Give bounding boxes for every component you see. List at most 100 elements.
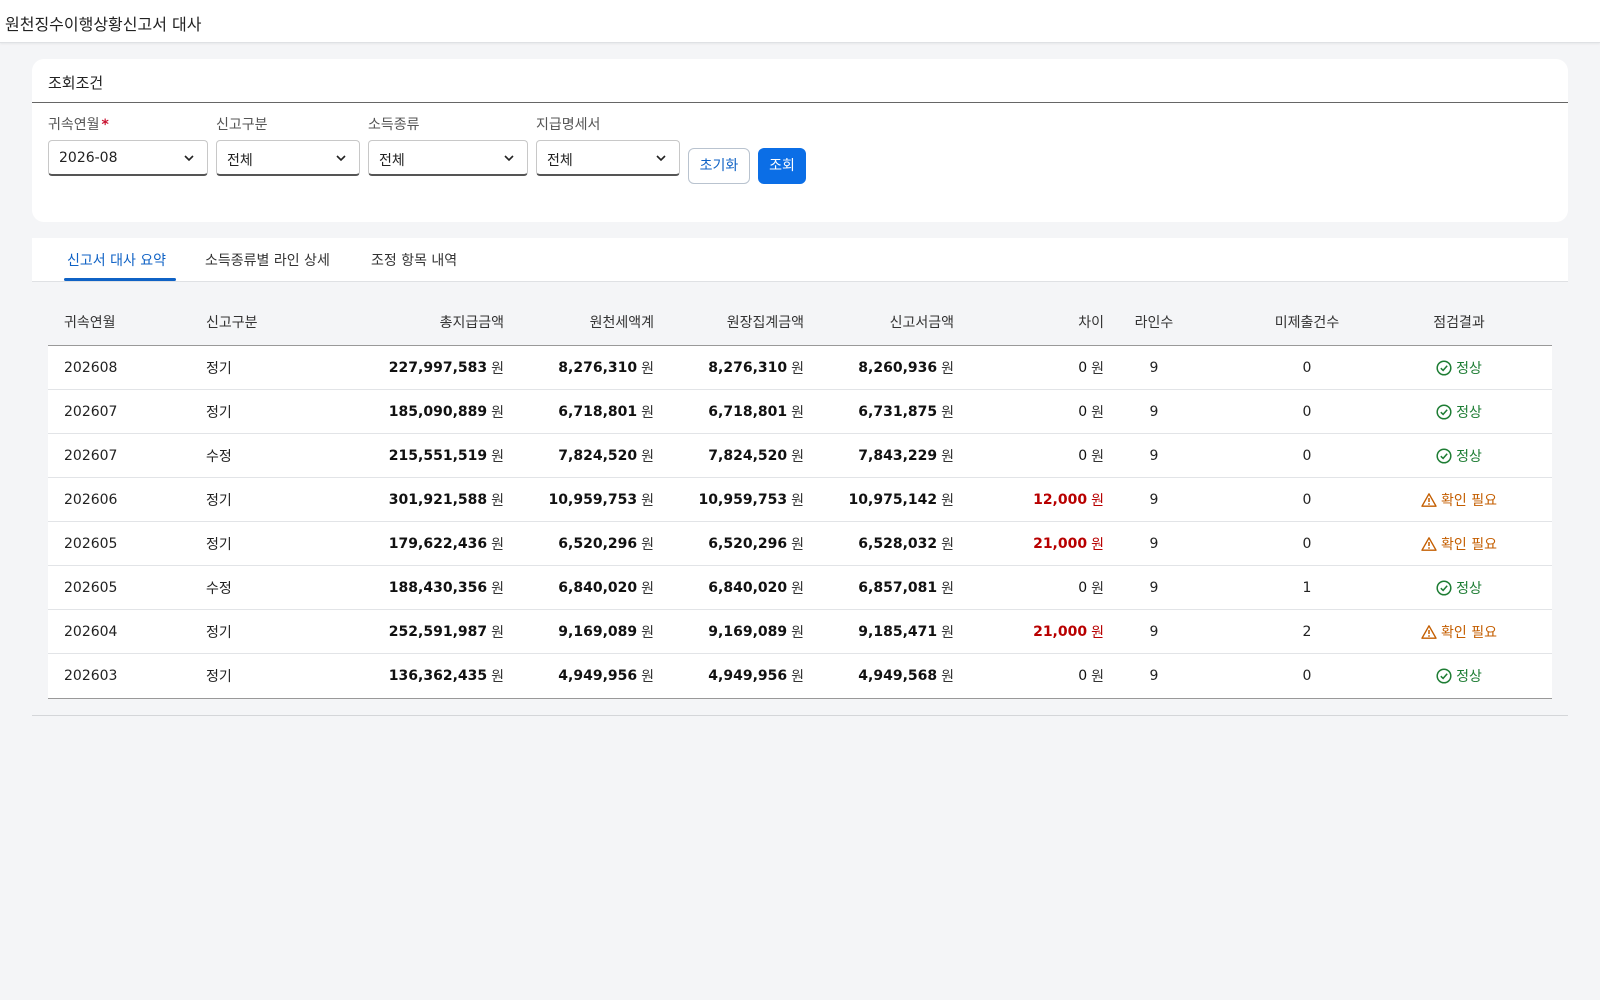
amount-cell: 7,824,520 원 xyxy=(654,434,804,477)
chevron-down-icon xyxy=(336,155,346,162)
status-text: 정상 xyxy=(1456,448,1482,465)
summary-table-section: 귀속연월 신고구분 총지급금액 원천세액계 원장집계금액 신고서금액 차이 라인수 미제출건수 점… xyxy=(32,282,1568,716)
table-row[interactable]: 202607 정기 185,090,889 원 6,718,801 원 6,718,801 원… xyxy=(48,390,1552,434)
text-cell: 202607 xyxy=(64,403,118,420)
income-type-select[interactable]: 전체 xyxy=(368,140,528,176)
amount-value: 179,622,436 xyxy=(388,535,488,552)
currency-unit: 원 xyxy=(1091,492,1104,509)
payment-statement-value: 전체 xyxy=(547,153,573,169)
chevron-down-icon xyxy=(184,155,194,162)
table-row[interactable]: 202607 수정 215,551,519 원 7,824,520 원 7,824,520 원… xyxy=(48,434,1552,478)
amount-value: 4,949,568 xyxy=(858,668,938,684)
amount-value: 21,000 xyxy=(1033,535,1088,552)
tab-income-line-detail[interactable]: 소득종류별 라인 상세 xyxy=(205,250,330,270)
amount-value: 4,949,956 xyxy=(708,668,788,684)
amount-value: 8,276,310 xyxy=(558,359,638,376)
currency-unit: 원 xyxy=(941,360,954,377)
table-header: 귀속연월 신고구분 총지급금액 원천세액계 원장집계금액 신고서금액 차이 라인수 미제출건수 점… xyxy=(48,298,1552,346)
belong-month-select[interactable]: 2026-08 xyxy=(48,140,208,176)
tab-summary[interactable]: 신고서 대사 요약 xyxy=(67,250,166,270)
status-cell: 정상 xyxy=(1384,654,1534,698)
text-cell: 1 xyxy=(1302,579,1312,596)
currency-unit: 원 xyxy=(1091,360,1104,377)
text-cell: 정기 xyxy=(206,669,232,685)
currency-unit: 원 xyxy=(641,404,654,421)
check-circle-icon xyxy=(1436,447,1452,464)
report-type-select[interactable]: 전체 xyxy=(216,140,360,176)
text-cell: 정기 xyxy=(206,404,232,421)
amount-cell: 227,997,583 원 xyxy=(328,346,504,389)
amount-value: 10,975,142 xyxy=(848,491,938,508)
reset-button[interactable]: 초기화 xyxy=(688,148,750,184)
currency-unit: 원 xyxy=(791,669,804,685)
column-header: 원장집계금액 xyxy=(726,314,804,331)
amount-cell: 7,843,229 원 xyxy=(804,434,954,477)
text-cell: 9 xyxy=(1149,535,1159,552)
status-text: 정상 xyxy=(1456,669,1482,685)
amount-cell: 188,430,356 원 xyxy=(328,566,504,609)
amount-cell: 136,362,435 원 xyxy=(328,654,504,698)
table-row[interactable]: 202605 정기 179,622,436 원 6,520,296 원 6,520,296 원… xyxy=(48,522,1552,566)
amount-cell: 8,276,310 원 xyxy=(654,346,804,389)
status-text: 정상 xyxy=(1456,404,1482,421)
label-belong-month-text: 귀속연월 xyxy=(48,117,100,133)
amount-cell: 21,000 원 xyxy=(954,610,1104,653)
currency-unit: 원 xyxy=(641,360,654,377)
amount-cell: 185,090,889 원 xyxy=(328,390,504,433)
column-header: 귀속연월 xyxy=(64,314,116,331)
text-cell: 202608 xyxy=(64,359,118,376)
amount-value: 12,000 xyxy=(1033,491,1088,508)
table-row[interactable]: 202603 정기 136,362,435 원 4,949,956 원 4,949,956 원… xyxy=(48,654,1552,698)
text-cell: 0 xyxy=(1302,359,1312,376)
text-cell: 수정 xyxy=(206,580,232,597)
status-cell: 정상 xyxy=(1384,346,1534,389)
amount-cell: 8,260,936 원 xyxy=(804,346,954,389)
amount-cell: 7,824,520 원 xyxy=(504,434,654,477)
check-circle-icon xyxy=(1436,668,1452,684)
label-report-type: 신고구분 xyxy=(216,117,268,133)
table-row[interactable]: 202608 정기 227,997,583 원 8,276,310 원 8,276,310 원… xyxy=(48,346,1552,390)
amount-value: 8,276,310 xyxy=(708,359,788,376)
warning-triangle-icon xyxy=(1421,536,1437,551)
amount-value: 10,959,753 xyxy=(698,491,788,508)
table-row[interactable]: 202604 정기 252,591,987 원 9,169,089 원 9,169,089 원… xyxy=(48,610,1552,654)
status-text: 정상 xyxy=(1456,360,1482,377)
search-button[interactable]: 조회 xyxy=(758,148,806,184)
currency-unit: 원 xyxy=(491,492,504,509)
text-cell: 0 xyxy=(1302,491,1312,508)
currency-unit: 원 xyxy=(791,580,804,597)
text-cell: 202603 xyxy=(64,668,118,684)
amount-value: 188,430,356 xyxy=(388,579,488,596)
search-card-title: 조회조건 xyxy=(48,74,104,92)
amount-value: 6,857,081 xyxy=(858,579,938,596)
amount-value: 9,185,471 xyxy=(858,623,938,640)
status-cell: 확인 필요 xyxy=(1384,522,1534,565)
amount-value: 0 xyxy=(1078,403,1088,420)
text-cell: 수정 xyxy=(206,448,232,465)
amount-value: 6,731,875 xyxy=(858,403,938,420)
amount-value: 9,169,089 xyxy=(708,623,788,640)
table-row[interactable]: 202605 수정 188,430,356 원 6,840,020 원 6,840,020 원… xyxy=(48,566,1552,610)
currency-unit: 원 xyxy=(491,448,504,465)
currency-unit: 원 xyxy=(1091,448,1104,465)
amount-cell: 4,949,568 원 xyxy=(804,654,954,698)
label-belong-month: 귀속연월 * xyxy=(48,114,109,134)
amount-cell: 6,840,020 원 xyxy=(504,566,654,609)
amount-cell: 6,528,032 원 xyxy=(804,522,954,565)
tab-adjustment-items[interactable]: 조정 항목 내역 xyxy=(371,250,457,270)
currency-unit: 원 xyxy=(641,448,654,465)
table-row[interactable]: 202606 정기 301,921,588 원 10,959,753 원 10,959,75… xyxy=(48,478,1552,522)
amount-cell: 0원 xyxy=(954,654,1104,698)
page-title: 원천징수이행상황신고서 대사 xyxy=(5,15,202,34)
amount-value: 8,260,936 xyxy=(858,359,938,376)
text-cell: 9 xyxy=(1149,579,1159,596)
text-cell: 정기 xyxy=(206,536,232,553)
amount-cell: 6,840,020 원 xyxy=(654,566,804,609)
column-header: 신고구분 xyxy=(206,314,258,331)
currency-unit: 원 xyxy=(941,669,954,685)
currency-unit: 원 xyxy=(941,536,954,553)
warning-triangle-icon xyxy=(1421,492,1437,507)
payment-statement-select[interactable]: 전체 xyxy=(536,140,680,176)
amount-cell: 8,276,310 원 xyxy=(504,346,654,389)
column-header: 총지급금액 xyxy=(439,314,504,331)
